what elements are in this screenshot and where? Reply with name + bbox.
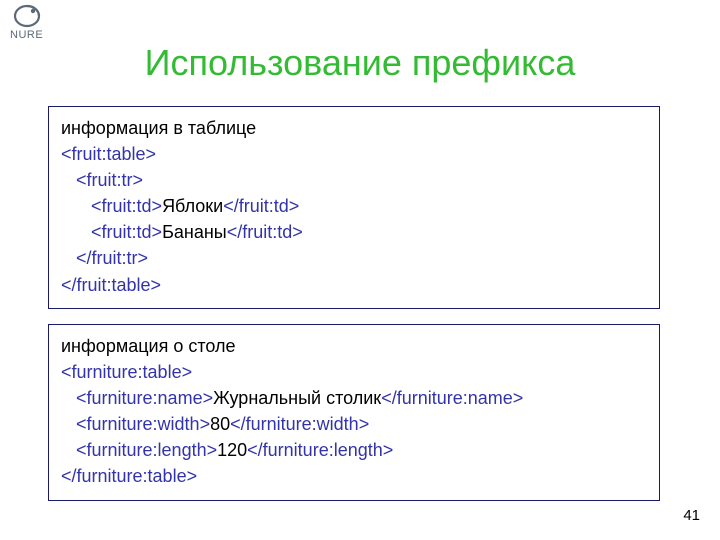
code-example-furniture: информация о столе <furniture:table> <fu…	[48, 324, 660, 501]
xml-tag: </furniture:width>	[230, 414, 369, 434]
xml-tag: </fruit:tr>	[61, 248, 148, 268]
xml-tag: </fruit:td>	[227, 222, 303, 242]
xml-tag: </furniture:name>	[381, 388, 523, 408]
xml-text: 80	[210, 414, 230, 434]
logo-text: NURE	[10, 29, 43, 41]
xml-text: Яблоки	[162, 196, 223, 216]
xml-tag: <furniture:name>	[61, 388, 213, 408]
xml-text: Бананы	[162, 222, 227, 242]
xml-tag: <furniture:table>	[61, 362, 192, 382]
xml-tag: <fruit:td>	[61, 196, 162, 216]
code-example-fruit: информация в таблице <fruit:table> <frui…	[48, 106, 660, 309]
xml-tag: </furniture:length>	[247, 440, 393, 460]
xml-tag: <furniture:length>	[61, 440, 217, 460]
logo: NURE	[10, 4, 43, 41]
logo-icon	[13, 4, 41, 28]
xml-tag: </fruit:td>	[223, 196, 299, 216]
xml-tag: <furniture:width>	[61, 414, 210, 434]
xml-tag: <fruit:td>	[61, 222, 162, 242]
slide-title: Использование префикса	[0, 42, 720, 84]
xml-tag: </fruit:table>	[61, 275, 161, 295]
xml-text: 120	[217, 440, 247, 460]
box2-caption: информация о столе	[61, 333, 647, 359]
box1-caption: информация в таблице	[61, 115, 647, 141]
xml-tag: </furniture:table>	[61, 466, 197, 486]
page-number: 41	[683, 507, 700, 524]
xml-tag: <fruit:table>	[61, 144, 156, 164]
xml-text: Журнальный столик	[213, 388, 381, 408]
xml-tag: <fruit:tr>	[61, 170, 143, 190]
